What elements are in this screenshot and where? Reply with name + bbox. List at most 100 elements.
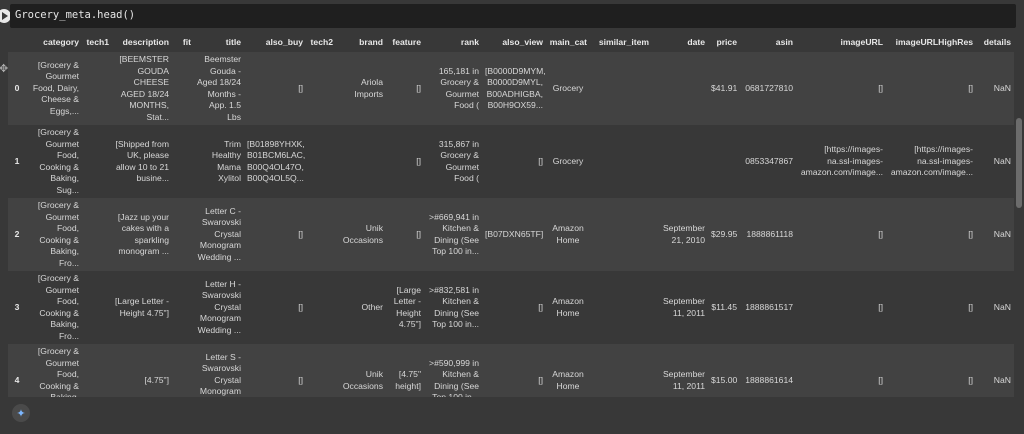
table-cell-details: NaN — [993, 82, 1011, 93]
row-index: 3 — [14, 301, 20, 312]
index-header — [8, 32, 26, 52]
column-header-price: price — [716, 37, 737, 47]
code-cell: Grocery_meta.head() — [0, 0, 1024, 30]
table-cell-price: $29.95 — [711, 228, 738, 239]
table-cell-title: Letter H - Swarovski Crystal Monogram We… — [197, 278, 241, 335]
table-cell-tech1 — [82, 198, 112, 271]
table-cell-title: Trim Healthy Mama Xylitol — [211, 138, 241, 184]
vertical-scrollbar[interactable] — [1016, 118, 1022, 208]
table-cell-also-view: [] — [538, 374, 543, 385]
table-cell-feature: [] — [416, 228, 421, 239]
table-cell-imageurl: [] — [878, 301, 883, 312]
table-cell-price: $41.91 — [711, 82, 738, 93]
table-cell-brand: Ariola Imports — [354, 77, 383, 99]
column-header-details: details — [983, 37, 1011, 47]
column-header-imageurlhighres: imageURLHighRes — [895, 37, 973, 47]
table-cell-date — [652, 125, 708, 198]
column-header-brand: brand — [359, 37, 383, 47]
table-cell-similar-item — [590, 52, 652, 125]
table-cell-tech1 — [82, 344, 112, 397]
table-cell-also-buy: [] — [298, 82, 303, 93]
column-header-tech2: tech2 — [310, 37, 333, 47]
column-header-imageurl: imageURL — [840, 37, 884, 47]
table-cell-also-view: [] — [538, 301, 543, 312]
table-cell-also-buy: [B01898YHXK, B01BCM6LAC, B00Q4OL47O, B00… — [247, 138, 306, 184]
table-row: 1 [Grocery & Gourmet Food, Cooking & Baki… — [8, 125, 1014, 198]
table-cell-category: [Grocery & Gourmet Food, Cooking & Bakin… — [37, 200, 79, 268]
table-cell-similar-item — [590, 271, 652, 344]
table-cell-imageurl: [] — [878, 82, 883, 93]
table-cell-main-cat: Amazon Home — [552, 369, 584, 391]
table-cell-category: [Grocery & Gourmet Food, Dairy, Cheese &… — [32, 59, 79, 116]
table-row: 0 [Grocery & Gourmet Food, Dairy, Cheese … — [8, 52, 1014, 125]
table-cell-brand: Unik Occasions — [342, 223, 383, 245]
table-cell-date: September 21, 2010 — [662, 223, 705, 245]
table-cell-price: $15.00 — [711, 374, 738, 385]
table-cell-main-cat: Amazon Home — [552, 223, 584, 245]
column-header-rank: rank — [460, 37, 479, 47]
table-cell-rank: >#669,941 in Kitchen & Dining (See Top 1… — [429, 211, 479, 257]
dataframe-table-wrap: category tech1 description fit title also_buy… — [8, 32, 1014, 397]
code-text: Grocery_meta.head() — [15, 9, 136, 21]
table-cell-also-view: [B0000D9MYM, B0000D9MYL, B00ADHIGBA, B00… — [485, 65, 546, 111]
table-cell-fit — [172, 198, 194, 271]
table-cell-also-buy: [] — [298, 374, 303, 385]
table-cell-price — [708, 125, 740, 198]
table-cell-details: NaN — [993, 301, 1011, 312]
table-cell-main-cat: Amazon Home — [552, 296, 584, 318]
table-cell-description: [Shipped from UK, please allow 10 to 21 … — [115, 138, 169, 184]
column-header-also-view: also_view — [502, 37, 543, 47]
table-cell-imageurlhighres: [] — [968, 82, 973, 93]
table-cell-feature: [4.75" height] — [395, 369, 421, 391]
column-header-similar-item: similar_item — [598, 37, 649, 47]
table-cell-imageurlhighres: [] — [968, 301, 973, 312]
table-cell-tech2 — [306, 52, 336, 125]
row-index: 0 — [14, 82, 20, 93]
table-cell-main-cat: Grocery — [552, 155, 584, 166]
table-cell-tech2 — [306, 271, 336, 344]
output-actions-icon[interactable]: ✥ — [0, 62, 8, 75]
table-cell-asin: 1888861614 — [745, 374, 793, 385]
row-index: 2 — [14, 228, 20, 239]
table-cell-imageurl: [] — [878, 374, 883, 385]
table-cell-main-cat: Grocery — [552, 82, 584, 93]
table-cell-category: [Grocery & Gourmet Food, Cooking & Bakin… — [37, 346, 79, 397]
table-cell-tech2 — [306, 198, 336, 271]
table-cell-rank: 315,867 in Grocery & Gourmet Food ( — [438, 138, 479, 184]
table-cell-similar-item — [590, 344, 652, 397]
table-cell-tech1 — [82, 271, 112, 344]
table-cell-rank: 165,181 in Grocery & Gourmet Food ( — [438, 65, 479, 111]
table-cell-price: $11.45 — [711, 301, 737, 312]
table-cell-also-view: [B07DXN65TF] — [485, 228, 544, 239]
table-cell-asin: 0853347867 — [745, 155, 793, 166]
table-cell-also-buy: [] — [298, 301, 303, 312]
table-cell-similar-item — [590, 198, 652, 271]
table-cell-description: [4.75"] — [144, 374, 169, 385]
table-row: 3 [Grocery & Gourmet Food, Cooking & Baki… — [8, 271, 1014, 344]
table-cell-similar-item — [590, 125, 652, 198]
table-cell-fit — [172, 125, 194, 198]
column-header-date: date — [687, 37, 705, 47]
column-header-feature: feature — [392, 37, 421, 47]
table-cell-title: Letter C - Swarovski Crystal Monogram We… — [197, 205, 241, 262]
table-cell-date — [652, 52, 708, 125]
table-cell-title: Letter S - Swarovski Crystal Monogram We… — [199, 351, 241, 397]
table-cell-imageurl: [https://images-na.ssl-images-amazon.com… — [800, 144, 883, 178]
table-cell-tech1 — [82, 125, 112, 198]
table-cell-category: [Grocery & Gourmet Food, Cooking & Bakin… — [37, 273, 79, 341]
code-editor[interactable]: Grocery_meta.head() — [10, 4, 1016, 28]
table-cell-also-view: [] — [538, 155, 543, 166]
table-cell-feature: [Large Letter - Height 4.75"] — [393, 284, 421, 330]
table-cell-fit — [172, 344, 194, 397]
table-cell-date: September 11, 2011 — [662, 369, 705, 391]
table-header-row: category tech1 description fit title also_buy… — [8, 32, 1014, 52]
table-cell-category: [Grocery & Gourmet Food, Cooking & Bakin… — [37, 127, 79, 195]
table-cell-details: NaN — [993, 374, 1011, 385]
table-row: 4 [Grocery & Gourmet Food, Cooking & Baki… — [8, 344, 1014, 397]
column-header-asin: asin — [775, 37, 793, 47]
table-cell-imageurlhighres: [] — [968, 228, 973, 239]
table-cell-rank: >#590,999 in Kitchen & Dining (See Top 1… — [429, 357, 479, 398]
table-cell-brand — [336, 125, 386, 198]
column-header-description: description — [122, 37, 169, 47]
magic-wand-icon[interactable]: ✦ — [12, 404, 30, 422]
